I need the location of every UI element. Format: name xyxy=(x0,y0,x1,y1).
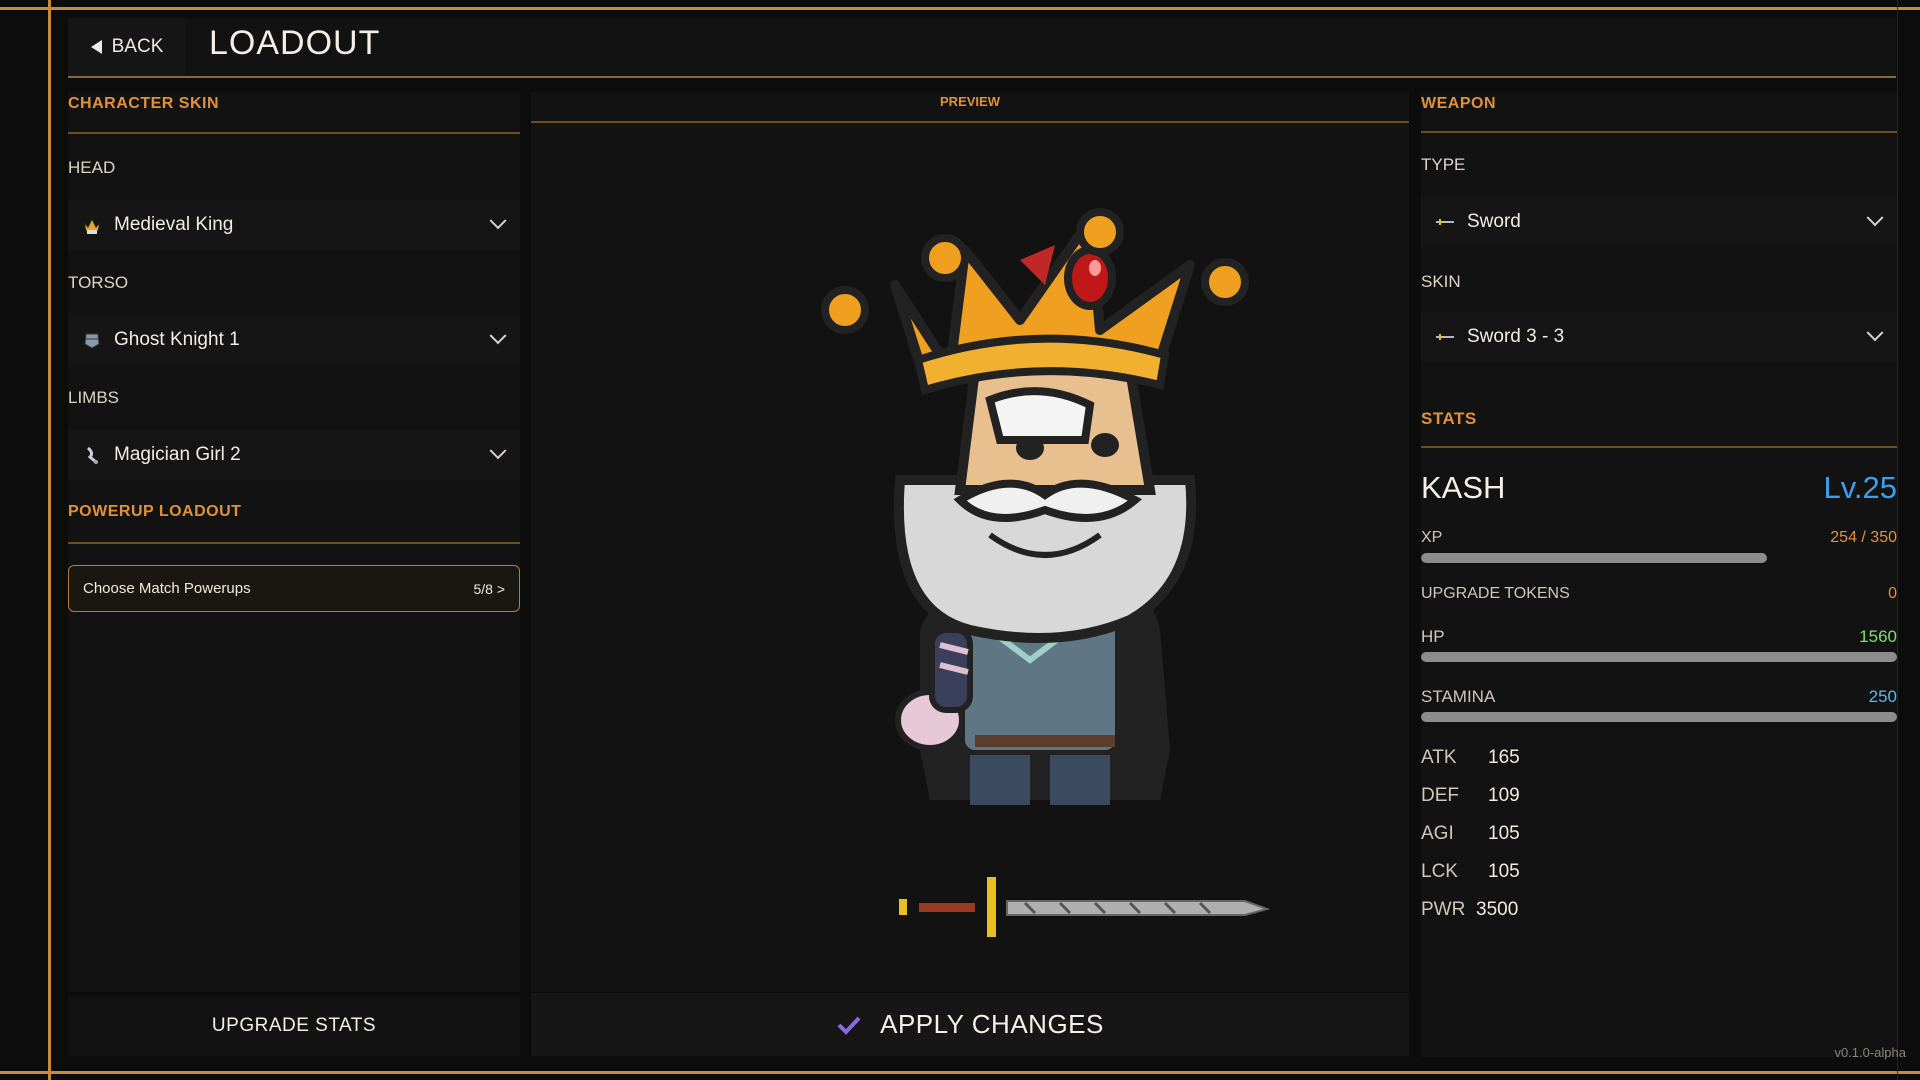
bottom-border xyxy=(0,1071,1920,1074)
stat-def-value: 109 xyxy=(1488,785,1520,806)
preview-divider xyxy=(531,121,1409,123)
left-border xyxy=(48,0,51,1080)
chevron-down-icon xyxy=(489,327,507,345)
chevron-down-icon xyxy=(489,442,507,460)
character-skin-divider xyxy=(68,132,520,134)
chevron-down-icon xyxy=(1866,324,1884,342)
stat-lck-label: LCK xyxy=(1421,861,1458,882)
hp-bar xyxy=(1421,652,1897,662)
crown-graphic xyxy=(821,208,1249,396)
weapon-title: WEAPON xyxy=(1421,95,1496,112)
apply-changes-button[interactable]: APPLY CHANGES xyxy=(531,993,1409,1056)
powerup-count: 5/8 > xyxy=(473,580,505,597)
back-button[interactable]: BACK xyxy=(68,18,186,76)
player-name: KASH xyxy=(1421,470,1506,505)
chevron-down-icon xyxy=(1866,209,1884,227)
hp-value: 1560 xyxy=(1859,627,1897,646)
xp-bar-fill xyxy=(1421,553,1767,563)
weapon-type-value: Sword xyxy=(1467,211,1521,232)
stat-atk-label: ATK xyxy=(1421,747,1457,768)
head-value: Medieval King xyxy=(114,214,234,235)
page-title: LOADOUT xyxy=(209,24,381,62)
armor-icon xyxy=(82,330,102,350)
upgrade-tokens-label: UPGRADE TOKENS xyxy=(1421,585,1570,602)
stat-agi-label: AGI xyxy=(1421,823,1454,844)
powerup-divider xyxy=(68,542,520,544)
choose-powerups-button[interactable]: Choose Match Powerups 5/8 > xyxy=(68,565,520,612)
torso-select[interactable]: Ghost Knight 1 xyxy=(68,315,520,365)
stamina-bar-fill xyxy=(1421,712,1897,722)
back-label: BACK xyxy=(111,36,164,57)
head-label: HEAD xyxy=(68,158,116,177)
back-arrow-icon xyxy=(90,40,102,54)
stat-pwr-value: 3500 xyxy=(1476,899,1519,920)
sword-icon xyxy=(1435,327,1455,347)
hp-label: HP xyxy=(1421,627,1445,646)
weapon-skin-select[interactable]: Sword 3 - 3 xyxy=(1421,312,1897,362)
hp-bar-fill xyxy=(1421,652,1897,662)
xp-value: 254 / 350 xyxy=(1830,529,1897,546)
upgrade-stats-button[interactable]: UPGRADE STATS xyxy=(68,996,520,1056)
stat-pwr-label: PWR xyxy=(1421,899,1466,920)
preview-title: PREVIEW xyxy=(940,94,1000,109)
character-skin-title: CHARACTER SKIN xyxy=(68,95,219,112)
character-head xyxy=(893,365,1197,643)
stat-lck-value: 105 xyxy=(1488,861,1520,882)
right-border xyxy=(1897,0,1898,1080)
weapon-type-select[interactable]: Sword xyxy=(1421,197,1897,247)
sword-preview xyxy=(899,877,1271,937)
character-preview xyxy=(821,208,1249,805)
type-label: TYPE xyxy=(1421,155,1466,174)
stats-title: STATS xyxy=(1421,409,1477,428)
checkmark-icon xyxy=(837,1016,861,1035)
stat-agi-value: 105 xyxy=(1488,823,1520,844)
player-level: Lv.25 xyxy=(1823,470,1897,505)
apply-changes-label: APPLY CHANGES xyxy=(880,1009,1104,1039)
torso-label: TORSO xyxy=(68,273,129,292)
powerup-button-label: Choose Match Powerups xyxy=(83,580,251,597)
stamina-label: STAMINA xyxy=(1421,687,1496,706)
upgrade-tokens-value: 0 xyxy=(1888,585,1897,602)
crown-icon xyxy=(82,215,102,235)
stat-atk-value: 165 xyxy=(1488,747,1520,768)
limbs-label: LIMBS xyxy=(68,388,120,407)
stamina-value: 250 xyxy=(1868,687,1897,706)
stat-def-label: DEF xyxy=(1421,785,1459,806)
weapon-skin-value: Sword 3 - 3 xyxy=(1467,326,1565,347)
weapon-divider xyxy=(1421,131,1897,133)
sword-icon xyxy=(1435,212,1455,232)
torso-value: Ghost Knight 1 xyxy=(114,329,240,350)
chevron-down-icon xyxy=(489,212,507,230)
version-label: v0.1.0-alpha xyxy=(1834,1045,1906,1060)
stats-divider xyxy=(1421,446,1897,448)
stamina-bar xyxy=(1421,712,1897,722)
limbs-value: Magician Girl 2 xyxy=(114,444,241,465)
limbs-select[interactable]: Magician Girl 2 xyxy=(68,430,520,480)
skin-label: SKIN xyxy=(1421,272,1461,291)
limb-icon xyxy=(82,445,102,465)
xp-label: XP xyxy=(1421,529,1443,546)
powerup-loadout-title: POWERUP LOADOUT xyxy=(68,503,242,520)
header-divider xyxy=(68,76,1896,78)
top-border xyxy=(0,7,1920,10)
xp-bar xyxy=(1421,553,1897,563)
head-select[interactable]: Medieval King xyxy=(68,200,520,250)
